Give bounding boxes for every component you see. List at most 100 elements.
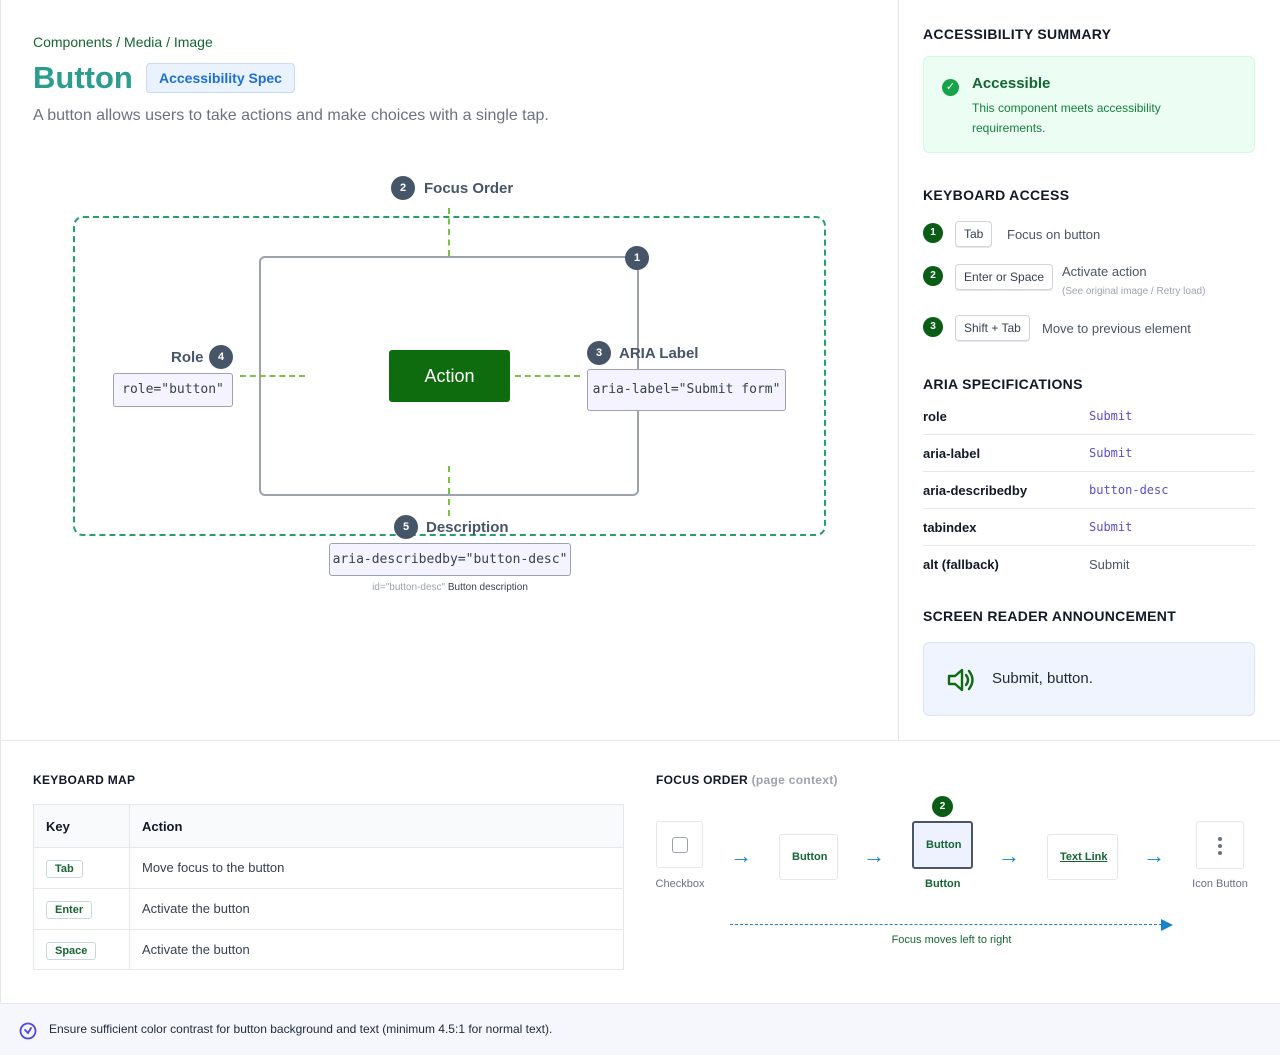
accessible-status-title: Accessible (972, 75, 1051, 92)
aria-spec-value: Submit (1089, 446, 1133, 460)
key-badge: Space (46, 942, 97, 960)
keyboard-key-badge: Enter or Space (955, 264, 1054, 290)
aria-spec-value: button-desc (1089, 483, 1169, 497)
keyboard-step-number: 3 (923, 317, 943, 337)
info-icon (19, 1022, 37, 1040)
summary-title: ACCESSIBILITY SUMMARY (923, 26, 1112, 42)
arrow-right-icon: → (730, 843, 752, 868)
action-button[interactable]: Action (389, 350, 510, 402)
keyboard-map-title: KEYBOARD MAP (33, 773, 136, 787)
text-link-example[interactable]: Text Link (1047, 834, 1118, 880)
aria-spec-key: aria-label (923, 446, 981, 461)
description-connector (448, 466, 450, 516)
arrow-right-icon: → (1143, 843, 1165, 868)
focus-order-connector (448, 208, 450, 256)
keyboard-access-title: KEYBOARD ACCESS (923, 187, 1070, 203)
aria-specs-title: ARIA SPECIFICATIONS (923, 376, 1083, 392)
accessible-status-card: ✓ Accessible This component meets access… (923, 56, 1255, 153)
keyboard-step-text: Focus on button (1007, 227, 1101, 242)
description-note-text: Button description (447, 582, 528, 593)
screen-reader-title: SCREEN READER ANNOUNCEMENT (923, 608, 1177, 624)
frame-left-border (0, 0, 1, 1055)
focus-order-number: 2 (391, 176, 415, 200)
column-divider (129, 805, 130, 969)
description-label: Description (426, 519, 509, 536)
speaker-icon (947, 668, 974, 692)
table-row: Enter Activate the button (34, 889, 623, 930)
role-label: Role (171, 349, 204, 366)
spec-badge: Accessibility Spec (146, 63, 295, 93)
keyboard-step-text: Move to previous element (1042, 321, 1191, 336)
role-number: 4 (209, 345, 233, 369)
aria-spec-row: aria-label Submit (923, 435, 1255, 472)
focused-button-caption: Button (925, 878, 961, 890)
description-note-id: id="button-desc" (372, 582, 446, 593)
table-row: Tab Move focus to the button (34, 848, 623, 889)
role-connector (240, 375, 305, 377)
aria-spec-value: Submit (1089, 409, 1133, 423)
keyboard-step-number: 2 (923, 266, 943, 286)
keyboard-map-key-header: Key (46, 819, 70, 834)
focus-order-title-text: FOCUS ORDER (656, 773, 748, 787)
focused-step-number: 2 (932, 796, 953, 817)
flow-caption: Focus moves left to right (891, 934, 1012, 946)
contrast-note-text: Ensure sufficient color contrast for but… (49, 1022, 553, 1036)
check-circle-icon: ✓ (942, 79, 959, 96)
screen-reader-text: Submit, button. (992, 670, 1093, 687)
kebab-menu-icon (1218, 837, 1222, 855)
table-row: Space Activate the button (34, 930, 623, 971)
aria-spec-row: aria-describedby button-desc (923, 472, 1255, 509)
keyboard-step-number: 1 (923, 223, 943, 243)
aria-spec-value: Submit (1089, 557, 1130, 572)
aria-label-number: 3 (587, 341, 611, 365)
key-badge: Tab (46, 860, 83, 878)
flow-line (730, 924, 1162, 925)
aria-label-connector (515, 375, 580, 377)
description-number: 5 (394, 515, 418, 539)
keyboard-key-badge: Tab (955, 221, 993, 247)
flow-arrowhead-icon (1161, 919, 1173, 931)
arrow-right-icon: → (863, 843, 885, 868)
aria-spec-key: alt (fallback) (923, 557, 999, 572)
key-badge: Enter (46, 901, 93, 919)
contrast-note-bar: Ensure sufficient color contrast for but… (0, 1003, 1280, 1055)
description-note: id="button-desc" Button description (329, 582, 571, 593)
button-example[interactable]: Button (779, 834, 838, 880)
accessible-status-text: This component meets accessibility requi… (972, 101, 1161, 135)
focused-button-label: Button (926, 839, 962, 851)
focused-button-example[interactable]: Button (912, 821, 973, 869)
text-link-label: Text Link (1060, 851, 1108, 863)
key-action: Move focus to the button (142, 860, 285, 875)
keyboard-step-text: Activate action (1062, 264, 1147, 279)
focus-order-label: Focus Order (424, 180, 514, 197)
keyboard-map-header: Key Action (34, 805, 623, 848)
aria-spec-value: Submit (1089, 520, 1133, 534)
checkbox-example[interactable] (656, 821, 703, 868)
aria-spec-key: role (923, 409, 947, 424)
focus-order-title: FOCUS ORDER (page context) (656, 773, 838, 787)
page-title: Button (33, 60, 133, 95)
keyboard-map-table: Key Action Tab Move focus to the button … (33, 804, 624, 970)
aria-spec-key: aria-describedby (923, 483, 1028, 498)
focus-order-context: (page context) (751, 773, 838, 787)
aria-spec-key: tabindex (923, 520, 977, 535)
key-action: Activate the button (142, 942, 250, 957)
aria-spec-row: role Submit (923, 398, 1255, 435)
button-example-label: Button (792, 851, 828, 863)
section-divider (0, 740, 1280, 741)
icon-button-caption: Icon Button (1192, 878, 1248, 890)
aria-spec-row: tabindex Submit (923, 509, 1255, 546)
keyboard-map-action-header: Action (142, 819, 183, 834)
checkbox-icon (672, 837, 688, 853)
page-description: A button allows users to take actions an… (33, 107, 549, 124)
key-action: Activate the button (142, 901, 250, 916)
panel-divider (898, 0, 899, 740)
description-code: aria-describedby="button-desc" (329, 543, 571, 576)
icon-button-example[interactable] (1196, 821, 1244, 869)
component-number: 1 (625, 246, 649, 270)
breadcrumb[interactable]: Components / Media / Image (33, 34, 213, 50)
aria-label-code: aria-label="Submit form" (587, 369, 786, 411)
aria-spec-row: alt (fallback) Submit (923, 546, 1255, 583)
keyboard-key-badge: Shift + Tab (955, 315, 1030, 341)
checkbox-caption: Checkbox (655, 878, 705, 890)
